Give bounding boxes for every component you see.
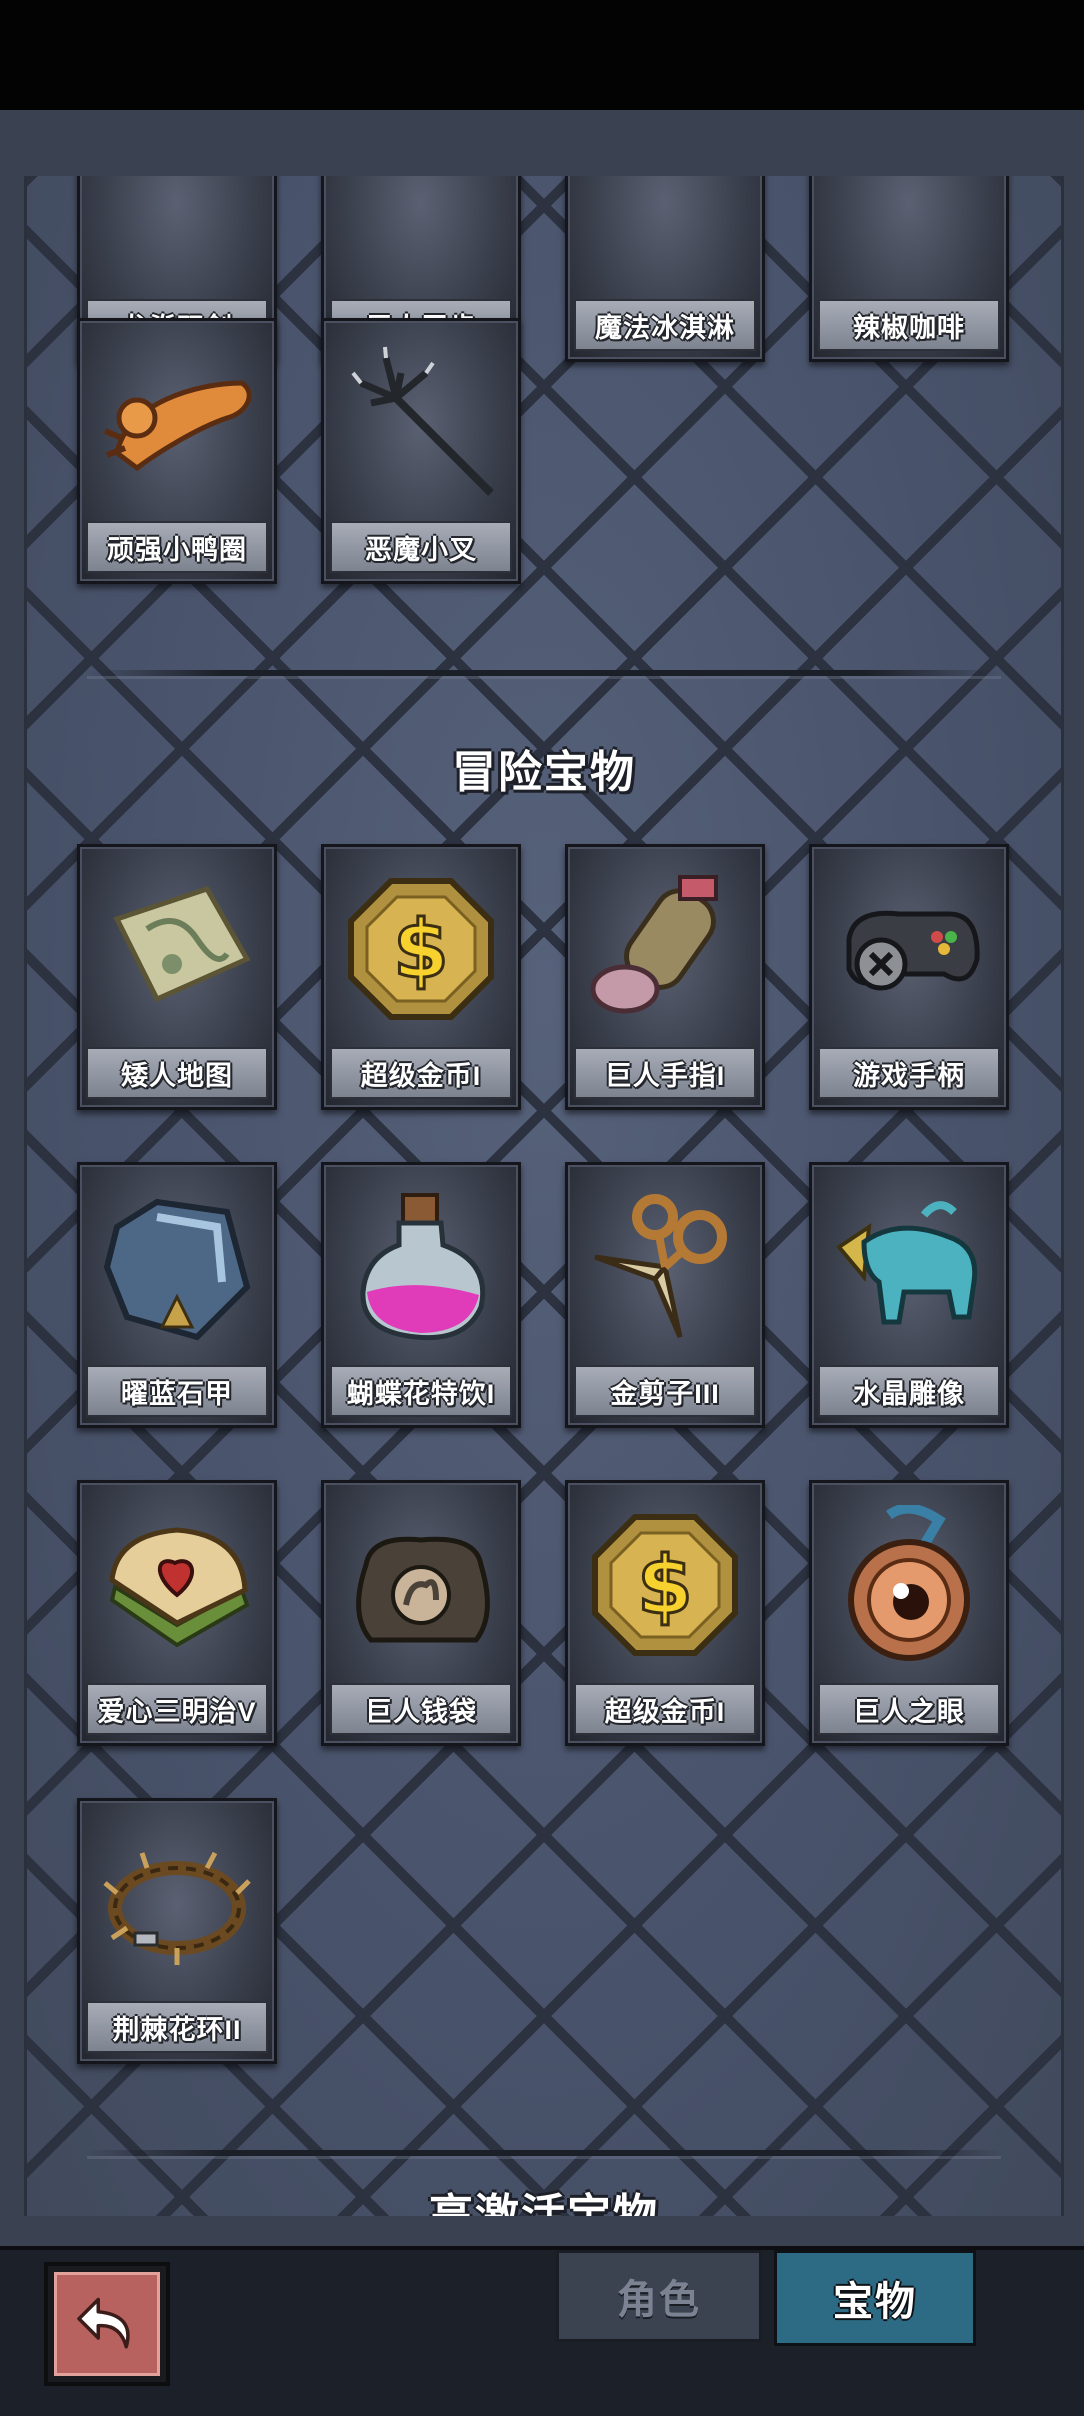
treasure-card-devil-fork[interactable]: 恶魔小叉 <box>321 318 521 584</box>
scissors-icon <box>582 1179 748 1355</box>
map-scroll-icon <box>94 861 260 1037</box>
treasure-card-giant-money-bag[interactable]: 巨人钱袋 <box>321 1480 521 1746</box>
thorn-wreath-icon <box>94 1815 260 1991</box>
back-button[interactable] <box>44 2262 170 2386</box>
treasure-card-giant-eye[interactable]: 巨人之眼 <box>809 1480 1009 1746</box>
treasure-name: 矮人地图 <box>86 1047 268 1099</box>
sandwich-icon <box>94 1497 260 1673</box>
tab-role[interactable]: 角色 <box>556 2250 762 2342</box>
svg-text:$: $ <box>637 1539 693 1632</box>
treasure-card-magic-ice-cream[interactable]: 魔法冰淇淋 <box>565 176 765 362</box>
treasure-name: 爱心三明治V <box>86 1683 268 1735</box>
treasure-name: 巨人手指I <box>574 1047 756 1099</box>
treasure-name: 巨人钱袋 <box>330 1683 512 1735</box>
treasure-card-dwarf-map[interactable]: 矮人地图 <box>77 844 277 1110</box>
top-status-bar <box>0 0 1084 110</box>
gold-coin-icon: $ <box>338 861 504 1037</box>
section-divider <box>87 670 1001 676</box>
treasure-list: 龙脊双剑 巨人牙齿 魔法冰淇淋 辣椒咖啡 顽强小鸭圈 <box>27 176 1061 2216</box>
treasure-card-azure-armor[interactable]: 曜蓝石甲 <box>77 1162 277 1428</box>
trident-icon <box>338 335 504 511</box>
duck-ring-icon <box>94 335 260 511</box>
section-divider <box>87 2150 1001 2156</box>
giant-eye-icon <box>826 1497 992 1673</box>
treasure-name: 顽强小鸭圈 <box>86 521 268 573</box>
crystal-rhino-icon <box>826 1179 992 1355</box>
section-title-next: 高激活宝物 <box>429 2191 659 2216</box>
treasure-name: 曜蓝石甲 <box>86 1365 268 1417</box>
treasure-card-super-coin[interactable]: $ 超级金币I <box>321 844 521 1110</box>
tab-treasure[interactable]: 宝物 <box>774 2250 976 2346</box>
svg-text:$: $ <box>393 903 449 996</box>
treasure-card-heart-sandwich[interactable]: 爱心三明治V <box>77 1480 277 1746</box>
treasure-scroll-panel[interactable]: 龙脊双剑 巨人牙齿 魔法冰淇淋 辣椒咖啡 顽强小鸭圈 <box>24 176 1064 2216</box>
treasure-card-thorn-wreath[interactable]: 荆棘花环II <box>77 1798 277 2064</box>
treasure-name: 魔法冰淇淋 <box>574 299 756 351</box>
armor-icon <box>94 1179 260 1355</box>
treasure-name: 水晶雕像 <box>818 1365 1000 1417</box>
treasure-card-crystal-statue[interactable]: 水晶雕像 <box>809 1162 1009 1428</box>
treasure-name: 辣椒咖啡 <box>818 299 1000 351</box>
treasure-name: 恶魔小叉 <box>330 521 512 573</box>
treasure-card-chili-coffee[interactable]: 辣椒咖啡 <box>809 176 1009 362</box>
treasure-card-super-coin-2[interactable]: $ 超级金币I <box>565 1480 765 1746</box>
potion-icon <box>338 1179 504 1355</box>
treasure-name: 游戏手柄 <box>818 1047 1000 1099</box>
treasure-name: 超级金币I <box>574 1683 756 1735</box>
treasure-name: 巨人之眼 <box>818 1683 1000 1735</box>
money-bag-icon <box>338 1497 504 1673</box>
gold-coin-icon: $ <box>582 1497 748 1673</box>
treasure-card-golden-scissors[interactable]: 金剪子III <box>565 1162 765 1428</box>
treasure-name: 超级金币I <box>330 1047 512 1099</box>
giant-finger-icon <box>582 861 748 1037</box>
treasure-card-duck-ring[interactable]: 顽强小鸭圈 <box>77 318 277 584</box>
treasure-card-giant-finger[interactable]: 巨人手指I <box>565 844 765 1110</box>
treasure-name: 蝴蝶花特饮I <box>330 1365 512 1417</box>
gamepad-icon <box>826 861 992 1037</box>
section-title-adventure: 冒险宝物 <box>452 748 636 797</box>
treasure-name: 金剪子III <box>574 1365 756 1417</box>
treasure-card-butterfly-drink[interactable]: 蝴蝶花特饮I <box>321 1162 521 1428</box>
treasure-card-gamepad[interactable]: 游戏手柄 <box>809 844 1009 1110</box>
treasure-name: 荆棘花环II <box>86 2001 268 2053</box>
back-arrow-icon <box>54 2272 160 2376</box>
